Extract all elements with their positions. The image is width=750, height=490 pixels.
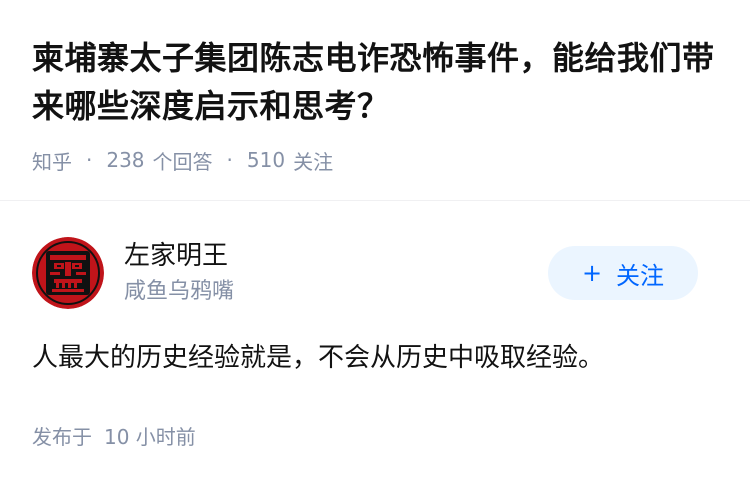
publish-info: 发布于 10 小时前 bbox=[32, 422, 196, 452]
answer-count-label[interactable]: 个回答 bbox=[153, 146, 213, 175]
author-bio: 咸鱼乌鸦嘴 bbox=[124, 279, 235, 304]
meta-separator: · bbox=[86, 148, 93, 172]
follower-count: 510 bbox=[246, 148, 286, 172]
author-name[interactable]: 左家明王 bbox=[124, 238, 228, 274]
publish-label: 发布于 bbox=[32, 425, 92, 449]
answer-count: 238 bbox=[106, 148, 145, 172]
divider bbox=[0, 200, 750, 201]
answer-page: 柬埔寨太子集团陈志电诈恐怖事件，能给我们带来哪些深度启示和思考？ 知乎 · 23… bbox=[0, 0, 750, 490]
follow-label: 关注 bbox=[616, 261, 665, 290]
plus-icon: + bbox=[581, 259, 603, 287]
question-title[interactable]: 柬埔寨太子集团陈志电诈恐怖事件，能给我们带来哪些深度启示和思考？ bbox=[32, 34, 722, 130]
avatar[interactable] bbox=[32, 237, 104, 309]
follower-count-label[interactable]: 关注 bbox=[293, 146, 333, 175]
avatar-mask-icon bbox=[32, 237, 104, 309]
meta-separator: · bbox=[226, 148, 233, 172]
answer-content[interactable]: 人最大的历史经验就是，不会从历史中吸取经验。 bbox=[32, 336, 722, 380]
publish-time: 10 小时前 bbox=[104, 425, 196, 449]
follow-button[interactable]: + 关注 bbox=[548, 246, 698, 300]
question-meta: 知乎 · 238 个回答 · 510 关注 bbox=[32, 145, 333, 175]
source-label[interactable]: 知乎 bbox=[32, 146, 72, 175]
